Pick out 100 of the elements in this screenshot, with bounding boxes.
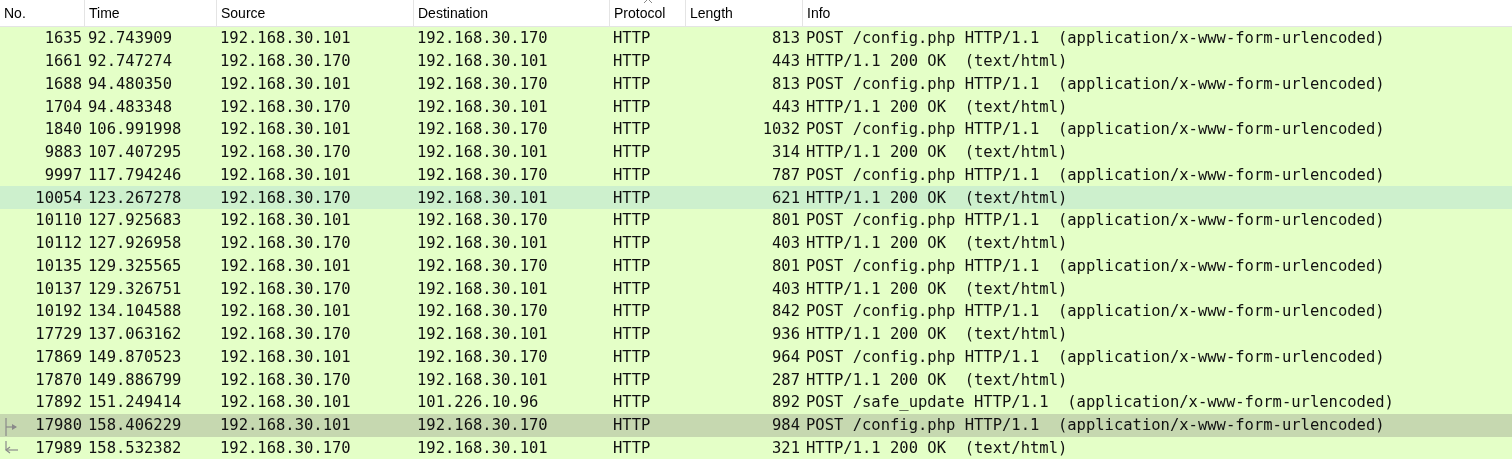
column-header[interactable]: Time: [84, 0, 216, 26]
column-header[interactable]: Length: [685, 0, 802, 26]
table-cell: 10137: [35, 279, 82, 298]
table-cell: 192.168.30.170: [220, 188, 351, 207]
packet-row[interactable]: 10135 129.325565 192.168.30.101 192.168.30.170 HTTP 801 POST /config.php HTTP/1.1 (application/x-www-form-urlencoded): [0, 254, 1512, 278]
table-cell: 17989: [35, 438, 82, 457]
table-cell: 192.168.30.170: [417, 416, 548, 435]
table-cell: 892: [772, 393, 800, 412]
table-cell: 801: [772, 256, 800, 275]
table-cell: 158.406229: [88, 416, 182, 435]
table-cell: 192.168.30.170: [220, 52, 351, 71]
packet-row[interactable]: 17980 158.406229 192.168.30.101 192.168.30.170 HTTP 984 POST /config.php HTTP/1.1 (application/x-www-form-urlencoded): [0, 413, 1512, 437]
table-cell: 192.168.30.101: [220, 211, 351, 230]
table-cell: 443: [772, 97, 800, 116]
table-cell: 149.886799: [88, 370, 182, 389]
table-cell: 1032: [762, 120, 800, 139]
table-cell: 192.168.30.170: [220, 234, 351, 253]
table-cell: 192.168.30.170: [220, 279, 351, 298]
packet-row[interactable]: 1704 94.483348 192.168.30.170 192.168.30.101 HTTP 443 HTTP/1.1 200 OK (text/html): [0, 95, 1512, 118]
table-cell: 192.168.30.170: [417, 347, 548, 366]
column-header[interactable]: Source: [216, 0, 413, 26]
packet-row[interactable]: 9997 117.794246 192.168.30.101 192.168.30.170 HTTP 787 POST /config.php HTTP/1.1 (application/x-www-form-urlencoded): [0, 163, 1512, 187]
column-header[interactable]: Destination: [413, 0, 609, 26]
packet-row[interactable]: 17870 149.886799 192.168.30.170 192.168.30.101 HTTP 287 HTTP/1.1 200 OK (text/html): [0, 368, 1512, 391]
table-cell: 117.794246: [88, 165, 182, 184]
packet-row[interactable]: 1688 94.480350 192.168.30.101 192.168.30.170 HTTP 813 POST /config.php HTTP/1.1 (application/x-www-form-urlencoded): [0, 72, 1512, 96]
table-cell: 192.168.30.101: [220, 29, 351, 48]
table-cell: 10192: [35, 302, 82, 321]
table-cell: POST /config.php HTTP/1.1 (application/x-www-form-urlencoded): [806, 256, 1385, 275]
table-cell: HTTP: [613, 97, 651, 116]
packet-row[interactable]: 9883 107.407295 192.168.30.170 192.168.30.101 HTTP 314 HTTP/1.1 200 OK (text/html): [0, 140, 1512, 164]
table-cell: 192.168.30.170: [220, 97, 351, 116]
table-cell: 192.168.30.101: [417, 325, 548, 344]
table-cell: 9997: [44, 165, 82, 184]
table-cell: 9883: [44, 143, 82, 162]
table-cell: 127.925683: [88, 211, 182, 230]
packet-row[interactable]: 17729 137.063162 192.168.30.170 192.168.30.101 HTTP 936 HTTP/1.1 200 OK (text/html): [0, 322, 1512, 346]
table-cell: 192.168.30.101: [220, 416, 351, 435]
table-cell: 123.267278: [88, 188, 182, 207]
column-header[interactable]: Protocol: [609, 0, 685, 26]
packet-row[interactable]: 17989 158.532382 192.168.30.170 192.168.30.101 HTTP 321 HTTP/1.1 200 OK (text/html): [0, 436, 1512, 460]
table-cell: 842: [772, 302, 800, 321]
table-cell: 621: [772, 188, 800, 207]
table-cell: 17729: [35, 325, 82, 344]
table-cell: HTTP/1.1 200 OK (text/html): [806, 370, 1068, 389]
table-cell: 129.326751: [88, 279, 182, 298]
table-cell: 192.168.30.170: [417, 211, 548, 230]
table-cell: 17869: [35, 347, 82, 366]
table-cell: 192.168.30.170: [220, 370, 351, 389]
table-cell: HTTP/1.1 200 OK (text/html): [806, 52, 1068, 71]
table-cell: 192.168.30.101: [417, 188, 548, 207]
table-cell: HTTP: [613, 234, 651, 253]
table-cell: POST /config.php HTTP/1.1 (application/x-www-form-urlencoded): [806, 120, 1385, 139]
table-cell: 192.168.30.170: [417, 74, 548, 93]
table-cell: HTTP: [613, 29, 651, 48]
table-cell: 92.743909: [88, 29, 172, 48]
packet-row[interactable]: 1635 92.743909 192.168.30.101 192.168.30.170 HTTP 813 POST /config.php HTTP/1.1 (application/x-www-form-urlencoded): [0, 27, 1512, 50]
packet-row[interactable]: 10192 134.104588 192.168.30.101 192.168.30.170 HTTP 842 POST /config.php HTTP/1.1 (application/x-www-form-urlencoded): [0, 300, 1512, 323]
table-cell: 192.168.30.101: [417, 438, 548, 457]
table-cell: POST /config.php HTTP/1.1 (application/x-www-form-urlencoded): [806, 211, 1385, 230]
table-cell: 314: [772, 143, 800, 162]
table-cell: 151.249414: [88, 393, 182, 412]
table-cell: 129.325565: [88, 256, 182, 275]
table-cell: 94.480350: [88, 74, 172, 93]
table-cell: 192.168.30.170: [417, 29, 548, 48]
table-cell: 1840: [44, 120, 82, 139]
table-cell: 192.168.30.170: [220, 143, 351, 162]
table-cell: 107.407295: [88, 143, 182, 162]
packet-row[interactable]: 1661 92.747274 192.168.30.170 192.168.30.101 HTTP 443 HTTP/1.1 200 OK (text/html): [0, 49, 1512, 73]
table-cell: 192.168.30.170: [417, 302, 548, 321]
table-cell: 403: [772, 234, 800, 253]
table-cell: 192.168.30.170: [220, 325, 351, 344]
packet-row[interactable]: 17869 149.870523 192.168.30.101 192.168.30.170 HTTP 964 POST /config.php HTTP/1.1 (application/x-www-form-urlencoded): [0, 345, 1512, 369]
packet-row[interactable]: 17892 151.249414 192.168.30.101 101.226.10.96 HTTP 892 POST /safe_update HTTP/1.1 (application/x-www-form-urlencoded): [0, 391, 1512, 414]
table-cell: 813: [772, 74, 800, 93]
table-cell: HTTP/1.1 200 OK (text/html): [806, 143, 1068, 162]
packet-row[interactable]: 10137 129.326751 192.168.30.170 192.168.30.101 HTTP 403 HTTP/1.1 200 OK (text/html): [0, 277, 1512, 300]
table-cell: 192.168.30.101: [417, 370, 548, 389]
packet-row[interactable]: 10112 127.926958 192.168.30.170 192.168.30.101 HTTP 403 HTTP/1.1 200 OK (text/html): [0, 231, 1512, 255]
table-cell: HTTP: [613, 393, 651, 412]
column-header[interactable]: Info: [802, 0, 1512, 26]
packet-row[interactable]: 10110 127.925683 192.168.30.101 192.168.30.170 HTTP 801 POST /config.php HTTP/1.1 (application/x-www-form-urlencoded): [0, 209, 1512, 232]
table-cell: 936: [772, 325, 800, 344]
table-cell: 984: [772, 416, 800, 435]
column-header[interactable]: No.: [0, 0, 84, 26]
table-cell: 17892: [35, 393, 82, 412]
packet-row[interactable]: 10054 123.267278 192.168.30.170 192.168.30.101 HTTP 621 HTTP/1.1 200 OK (text/html): [0, 186, 1512, 209]
table-cell: 403: [772, 279, 800, 298]
table-cell: 1635: [44, 29, 82, 48]
table-cell: 192.168.30.170: [417, 120, 548, 139]
table-cell: HTTP: [613, 438, 651, 457]
table-cell: HTTP: [613, 52, 651, 71]
packet-row[interactable]: 1840 106.991998 192.168.30.101 192.168.30.170 HTTP 1032 POST /config.php HTTP/1.1 (application/x-www-form-urlencoded): [0, 118, 1512, 141]
table-cell: 192.168.30.101: [417, 279, 548, 298]
table-cell: 443: [772, 52, 800, 71]
table-cell: 192.168.30.170: [220, 438, 351, 457]
table-cell: 192.168.30.101: [220, 393, 351, 412]
table-cell: 158.532382: [88, 438, 182, 457]
table-cell: HTTP: [613, 347, 651, 366]
table-cell: POST /safe_update HTTP/1.1 (application/x-www-form-urlencoded): [806, 393, 1394, 412]
